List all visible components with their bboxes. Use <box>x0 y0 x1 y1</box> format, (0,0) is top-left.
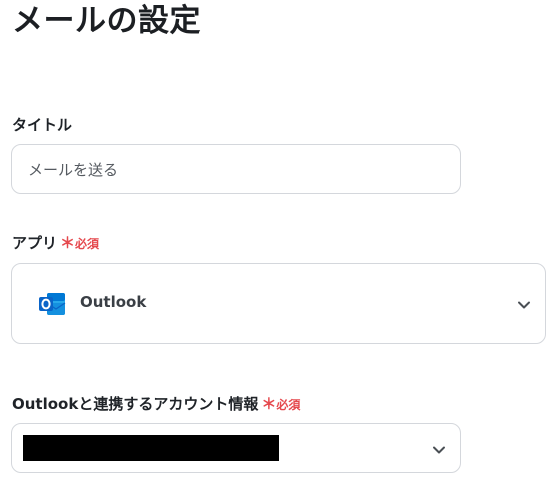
required-asterisk: ＊ <box>261 395 277 413</box>
chevron-down-icon[interactable] <box>432 442 446 456</box>
title-field-label: タイトル <box>12 116 73 134</box>
app-field-label-row: アプリ ＊必須 <box>12 233 99 254</box>
app-field-label: アプリ <box>12 234 58 252</box>
redacted-account-value <box>23 435 279 461</box>
account-field-label-row: Outlookと連携するアカウント情報 ＊必須 <box>12 394 300 415</box>
account-select[interactable] <box>11 423 461 473</box>
outlook-icon <box>38 291 66 317</box>
required-badge: ＊必須 <box>261 395 301 413</box>
required-asterisk: ＊ <box>60 234 76 252</box>
chevron-down-icon[interactable] <box>517 297 531 311</box>
app-select[interactable]: Outlook <box>11 263 546 344</box>
required-text: 必須 <box>75 237 100 251</box>
page-title: メールの設定 <box>12 3 201 39</box>
title-input-value: メールを送る <box>28 160 119 179</box>
required-text: 必須 <box>276 398 301 412</box>
account-field-label: Outlookと連携するアカウント情報 <box>12 395 259 413</box>
required-badge: ＊必須 <box>60 234 100 252</box>
selected-app-name: Outlook <box>80 293 147 311</box>
title-input[interactable]: メールを送る <box>11 144 461 194</box>
